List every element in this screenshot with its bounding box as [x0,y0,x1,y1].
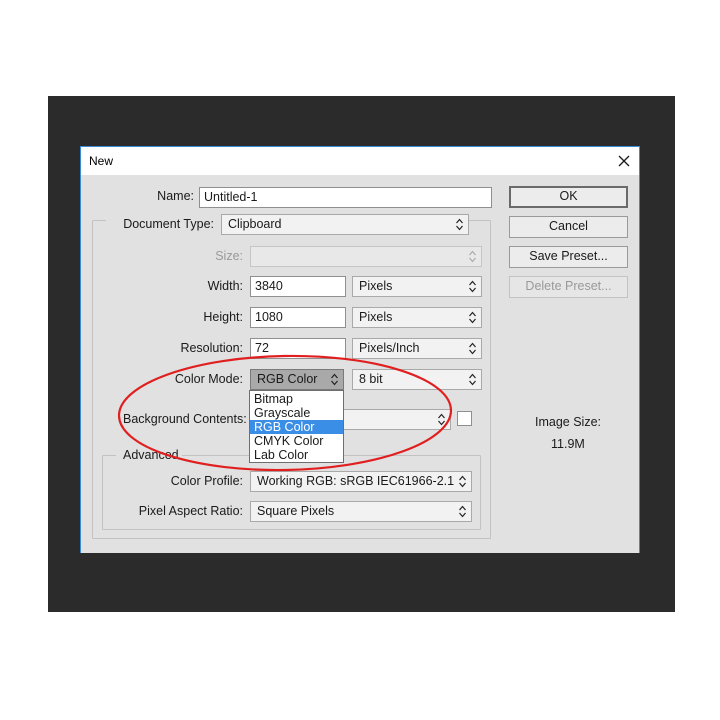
height-input[interactable]: 1080 [250,307,346,328]
pixel-aspect-ratio-select[interactable]: Square Pixels [250,501,472,522]
dialog-title: New [89,154,114,168]
color-mode-option[interactable]: Grayscale [250,406,343,420]
advanced-toggle[interactable]: Advanced [123,448,179,462]
select-arrows-icon [438,413,445,426]
document-type-value: Clipboard [228,217,282,231]
color-profile-value: Working RGB: sRGB IEC61966-2.1 [257,474,455,488]
select-arrows-icon [456,218,463,231]
close-icon [618,155,630,167]
document-type-label: Document Type: [123,217,214,231]
resolution-label: Resolution: [180,341,243,355]
color-mode-option[interactable]: CMYK Color [250,434,343,448]
color-mode-value: RGB Color [257,372,318,386]
height-unit-value: Pixels [359,310,393,324]
color-profile-label: Color Profile: [170,474,243,488]
select-arrows-icon [469,250,476,263]
dialog-titlebar: New [81,147,639,175]
width-label: Width: [207,279,243,293]
bit-depth-value: 8 bit [359,372,383,386]
image-size-label: Image Size: [535,415,602,429]
background-color-swatch[interactable] [457,411,472,426]
resolution-input[interactable]: 72 [250,338,346,359]
select-arrows-icon [469,342,476,355]
bit-depth-select[interactable]: 8 bit [352,369,482,390]
ok-button[interactable]: OK [509,186,628,208]
select-arrows-icon [459,475,466,488]
background-contents-label: Background Contents: [123,412,247,426]
color-profile-select[interactable]: Working RGB: sRGB IEC61966-2.1 [250,471,472,492]
cancel-button[interactable]: Cancel [509,216,628,238]
width-input[interactable]: 3840 [250,276,346,297]
delete-preset-button[interactable]: Delete Preset... [509,276,628,298]
close-button[interactable] [609,147,639,175]
save-preset-button[interactable]: Save Preset... [509,246,628,268]
select-arrows-icon [469,373,476,386]
color-mode-option[interactable]: Lab Color [250,448,343,462]
name-input[interactable]: Untitled-1 [199,187,492,208]
size-select[interactable] [250,246,482,267]
color-mode-option[interactable]: Bitmap [250,392,343,406]
select-arrows-icon [331,373,338,386]
size-label: Size: [215,249,243,263]
select-arrows-icon [469,280,476,293]
height-unit-select[interactable]: Pixels [352,307,482,328]
color-mode-dropdown-list: Bitmap Grayscale RGB Color CMYK Color Lab Co… [249,390,344,463]
name-label: Name: [157,189,194,203]
resolution-unit-value: Pixels/Inch [359,341,420,355]
width-unit-select[interactable]: Pixels [352,276,482,297]
select-arrows-icon [469,311,476,324]
pixel-aspect-ratio-label: Pixel Aspect Ratio: [138,504,243,518]
image-size-value: 11.9M [551,437,585,451]
width-unit-value: Pixels [359,279,393,293]
height-label: Height: [203,310,243,324]
select-arrows-icon [459,505,466,518]
color-mode-option[interactable]: RGB Color [250,420,343,434]
pixel-aspect-ratio-value: Square Pixels [257,504,335,518]
resolution-unit-select[interactable]: Pixels/Inch [352,338,482,359]
color-mode-select[interactable]: RGB Color [250,369,344,390]
document-type-select[interactable]: Clipboard [221,214,469,235]
color-mode-label: Color Mode: [174,372,243,386]
